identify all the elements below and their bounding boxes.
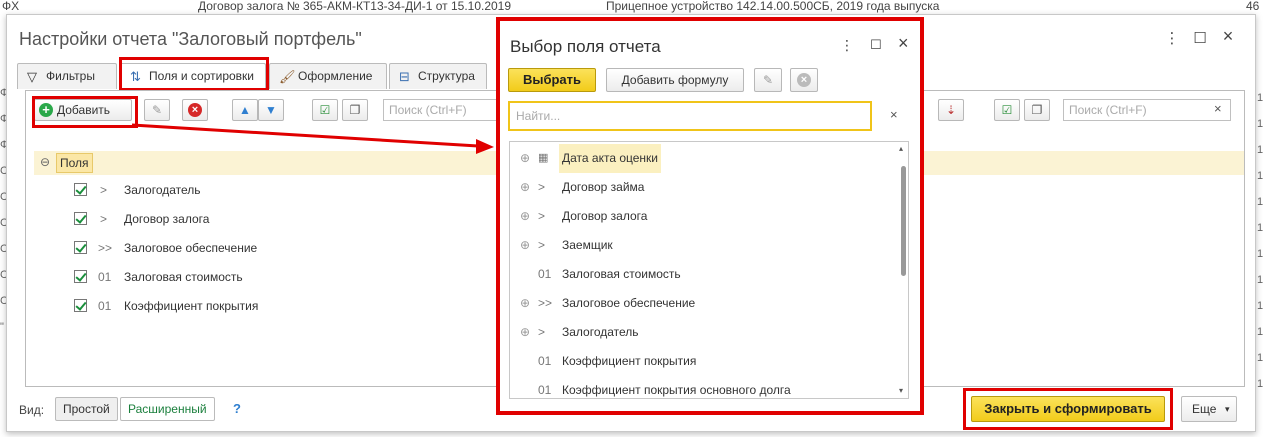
- clear-find-icon[interactable]: ×: [890, 107, 898, 122]
- field-type: 01: [538, 354, 552, 368]
- close-icon[interactable]: ×: [898, 33, 909, 54]
- add-formula-button[interactable]: Добавить формулу: [606, 68, 744, 92]
- field-type: >: [538, 325, 546, 339]
- field-list-item[interactable]: ⊕ > Договор залога: [510, 202, 895, 231]
- find-input[interactable]: Найти...: [508, 101, 872, 131]
- field-list: ⊕ ▦ Дата акта оценки ⊕ > Договор займа ⊕…: [509, 141, 909, 399]
- field-label: Коэффициент покрытия: [562, 354, 697, 368]
- field-type: >: [538, 238, 546, 252]
- field-select-dialog: Выбор поля отчета ⋮ ☐ × Выбрать Добавить…: [496, 17, 924, 415]
- field-label: Дата акта оценки: [559, 144, 661, 173]
- field-label: Залогодатель: [562, 325, 639, 339]
- field-label: Договор залога: [562, 209, 648, 223]
- field-list-item[interactable]: ⊕ > Договор займа: [510, 173, 895, 202]
- maximize-icon[interactable]: ☐: [870, 37, 882, 53]
- delete-button[interactable]: ×: [790, 68, 818, 92]
- expand-icon[interactable]: ⊕: [520, 144, 530, 173]
- field-list-item[interactable]: ⊕ ▦ Дата акта оценки: [510, 144, 895, 173]
- field-list-item[interactable]: 01 Коэффициент покрытия основного долга: [510, 376, 895, 398]
- arrow-head: [476, 139, 494, 154]
- field-type: >: [538, 180, 546, 194]
- arrow-line: [131, 123, 479, 148]
- expand-icon[interactable]: ⊕: [520, 318, 530, 347]
- scrollbar-thumb[interactable]: [901, 166, 906, 276]
- field-list-item[interactable]: ⊕ >> Залоговое обеспечение: [510, 289, 895, 318]
- expand-icon[interactable]: ⊕: [520, 202, 530, 231]
- field-type: >: [538, 209, 546, 223]
- field-label: Залоговая стоимость: [562, 267, 681, 281]
- field-label: Коэффициент покрытия основного долга: [562, 383, 791, 397]
- expand-icon[interactable]: ⊕: [520, 173, 530, 202]
- scroll-up-icon[interactable]: ▴: [899, 144, 903, 153]
- field-type: 01: [538, 383, 552, 397]
- scroll-down-icon[interactable]: ▾: [899, 386, 903, 395]
- delete-icon: ×: [797, 73, 811, 87]
- expand-icon[interactable]: ⊕: [520, 231, 530, 260]
- field-list-item[interactable]: 01 Коэффициент покрытия: [510, 347, 895, 376]
- expand-icon[interactable]: ⊕: [520, 289, 530, 318]
- field-list-item[interactable]: ⊕ > Залогодатель: [510, 318, 895, 347]
- calendar-icon: ▦: [538, 152, 549, 164]
- field-list-item[interactable]: ⊕ > Заемщик: [510, 231, 895, 260]
- field-select-title: Выбор поля отчета: [510, 37, 661, 56]
- pencil-icon: ✎: [762, 73, 774, 87]
- field-type: >>: [538, 296, 553, 310]
- field-list-item[interactable]: 01 Залоговая стоимость: [510, 260, 895, 289]
- field-type: 01: [538, 267, 552, 281]
- more-actions-icon[interactable]: ⋮: [840, 37, 854, 54]
- field-label: Договор займа: [562, 180, 645, 194]
- field-label: Залоговое обеспечение: [562, 296, 696, 310]
- select-button[interactable]: Выбрать: [508, 68, 596, 92]
- edit-button[interactable]: ✎: [754, 68, 782, 92]
- scrollbar[interactable]: ▴ ▾: [898, 142, 908, 398]
- field-label: Заемщик: [562, 238, 613, 252]
